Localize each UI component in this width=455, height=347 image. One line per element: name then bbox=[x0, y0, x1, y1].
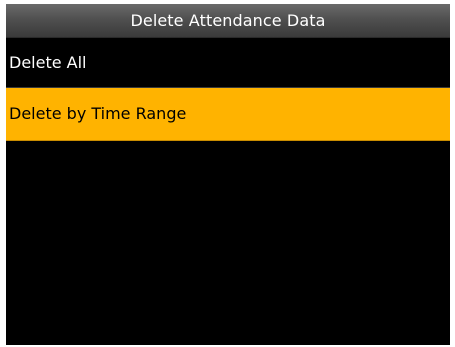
device-screen: Delete Attendance Data Delete All Delete… bbox=[6, 4, 450, 345]
menu-list: Delete All Delete by Time Range bbox=[6, 38, 450, 141]
menu-item-delete-by-time-range[interactable]: Delete by Time Range bbox=[6, 88, 450, 141]
title-bar: Delete Attendance Data bbox=[6, 4, 450, 38]
menu-item-delete-all[interactable]: Delete All bbox=[6, 38, 450, 88]
menu-item-label: Delete All bbox=[9, 53, 87, 72]
screen-title: Delete Attendance Data bbox=[130, 11, 326, 30]
menu-item-label: Delete by Time Range bbox=[9, 104, 187, 123]
